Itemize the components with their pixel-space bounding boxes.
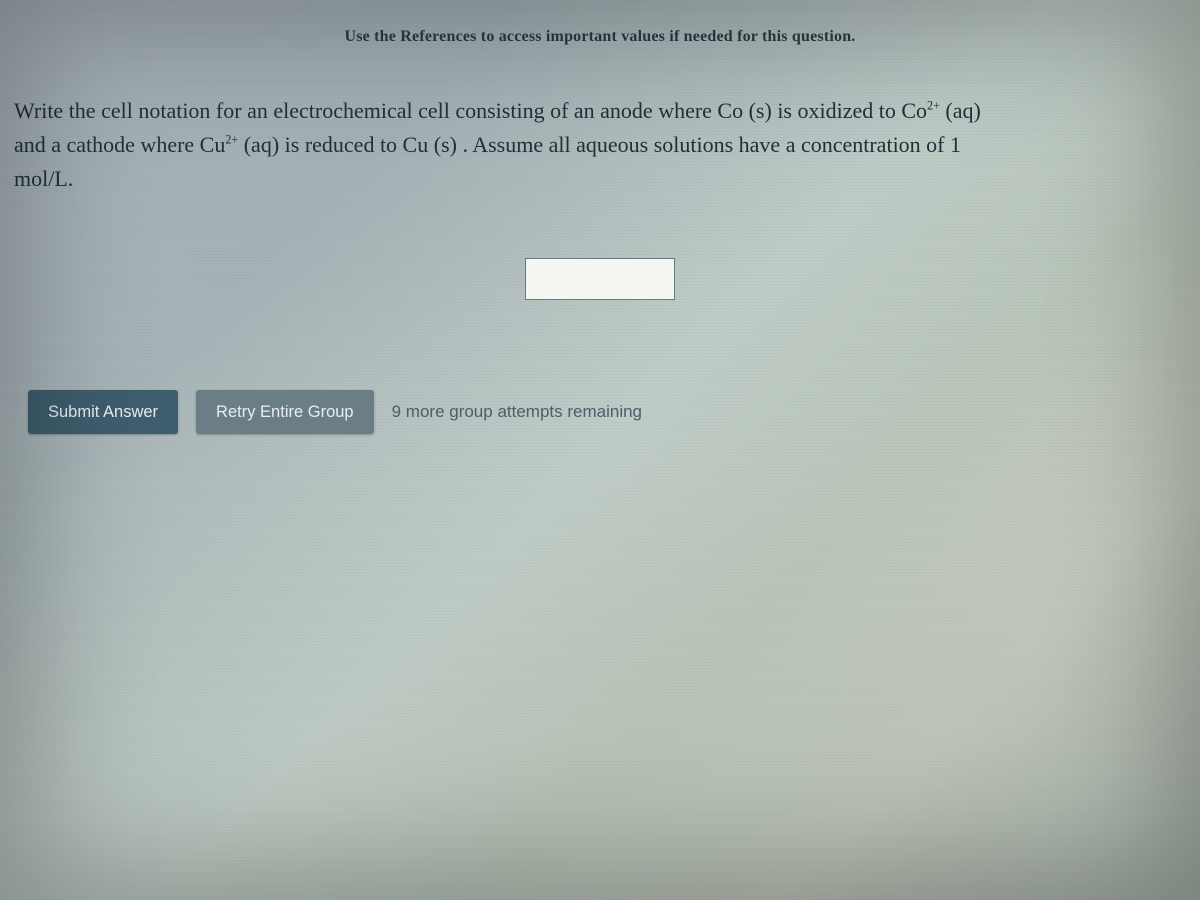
q-line2-sup: 2+ <box>225 133 238 147</box>
retry-button[interactable]: Retry Entire Group <box>196 390 374 434</box>
question-text: Write the cell notation for an electroch… <box>0 46 1200 196</box>
answer-row <box>0 258 1200 300</box>
attempts-remaining: 9 more group attempts remaining <box>392 402 642 422</box>
submit-button[interactable]: Submit Answer <box>28 390 178 434</box>
button-row: Submit Answer Retry Entire Group 9 more … <box>0 390 1200 434</box>
references-note: Use the References to access important v… <box>0 0 1200 46</box>
q-line1-sup: 2+ <box>927 99 940 113</box>
q-line2a: and a cathode where Cu <box>14 132 225 157</box>
q-line1b: (aq) <box>940 98 981 123</box>
question-panel: Use the References to access important v… <box>0 0 1200 900</box>
q-line3: mol/L. <box>14 166 73 191</box>
q-line1a: Write the cell notation for an electroch… <box>14 98 927 123</box>
empty-space <box>0 470 1200 900</box>
answer-input[interactable] <box>525 258 675 300</box>
q-line2b: (aq) is reduced to Cu (s) . Assume all a… <box>238 132 961 157</box>
